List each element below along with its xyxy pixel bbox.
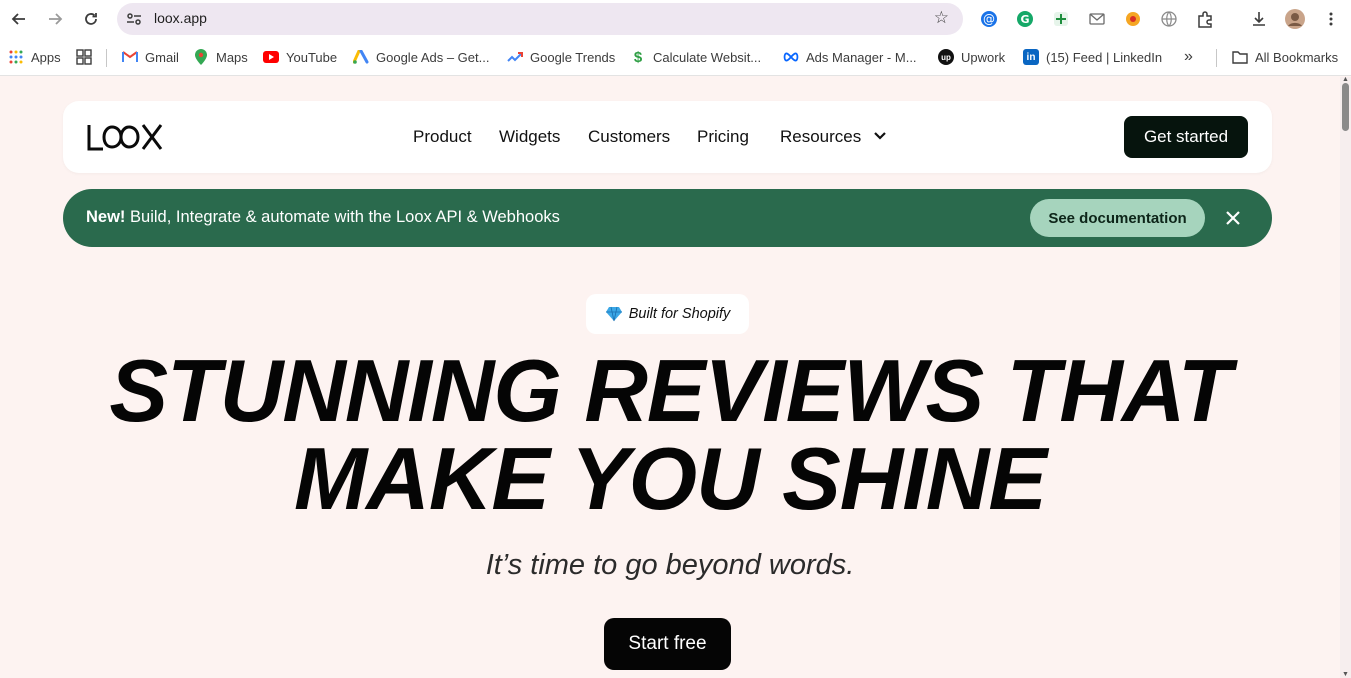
bookmarks-overflow-icon[interactable]: » bbox=[1184, 48, 1193, 66]
hero-subheadline: It’s time to go beyond words. bbox=[485, 549, 855, 581]
apps-grid-icon bbox=[8, 49, 24, 65]
plus-extension-icon[interactable] bbox=[1051, 9, 1071, 29]
bookmark-google-trends[interactable]: Google Trends bbox=[507, 48, 615, 66]
seo-extension-icon[interactable] bbox=[1123, 9, 1143, 29]
bookmark-label: Apps bbox=[31, 49, 61, 65]
page-scrollbar[interactable]: ▲ ▼ bbox=[1340, 76, 1351, 678]
browser-toolbar: loox.app ☆ @ G bbox=[0, 0, 1351, 38]
loox-logo[interactable] bbox=[87, 121, 177, 153]
bookmark-calculate-website[interactable]: $ Calculate Websit... bbox=[630, 48, 761, 66]
bookmark-label: Ads Manager - M... bbox=[806, 49, 917, 65]
shopify-badge: Built for Shopify bbox=[586, 294, 749, 334]
site-settings-icon[interactable] bbox=[125, 10, 143, 28]
page-viewport: Product Widgets Customers Pricing Resour… bbox=[0, 77, 1340, 678]
bookmark-upwork[interactable]: up Upwork bbox=[938, 48, 1005, 66]
bookmark-separator bbox=[1216, 49, 1217, 67]
bookmark-label: Maps bbox=[216, 49, 248, 65]
folder-icon bbox=[1232, 49, 1248, 65]
announcement-banner: New! Build, Integrate & automate with th… bbox=[63, 189, 1272, 247]
scroll-down-icon[interactable]: ▼ bbox=[1341, 671, 1350, 678]
forward-icon[interactable] bbox=[44, 8, 66, 30]
bookmark-label: Google Trends bbox=[530, 49, 616, 65]
gmail-icon bbox=[122, 49, 138, 65]
get-started-button[interactable]: Get started bbox=[1124, 116, 1248, 158]
site-header: Product Widgets Customers Pricing Resour… bbox=[63, 101, 1272, 173]
bookmark-label: (15) Feed | LinkedIn bbox=[1046, 49, 1163, 65]
maps-pin-icon bbox=[193, 49, 209, 65]
nav-resources-label: Resources bbox=[780, 127, 862, 146]
bookmark-label: Gmail bbox=[145, 49, 179, 65]
hero-headline-line1: STUNNING REVIEWS THAT bbox=[109, 341, 1231, 440]
extensions-puzzle-icon[interactable] bbox=[1195, 9, 1215, 29]
banner-text: New! Build, Integrate & automate with th… bbox=[86, 208, 560, 227]
bookmark-separator bbox=[106, 49, 107, 67]
tab-groups-icon[interactable] bbox=[76, 48, 92, 66]
bookmark-linkedin[interactable]: in (15) Feed | LinkedIn bbox=[1023, 48, 1162, 66]
nav-customers[interactable]: Customers bbox=[588, 127, 670, 147]
back-icon[interactable] bbox=[8, 8, 30, 30]
meta-icon bbox=[783, 49, 799, 65]
bookmark-label: Google Ads – Get... bbox=[376, 49, 490, 65]
bookmark-star-icon[interactable]: ☆ bbox=[934, 8, 949, 28]
profile-avatar-icon[interactable] bbox=[1285, 9, 1305, 29]
google-ads-icon bbox=[353, 49, 369, 65]
diamond-icon bbox=[605, 306, 622, 322]
chevron-down-icon bbox=[874, 129, 886, 143]
linkedin-icon: in bbox=[1023, 49, 1039, 65]
close-icon[interactable] bbox=[1221, 206, 1245, 230]
youtube-icon bbox=[263, 49, 279, 65]
scroll-thumb[interactable] bbox=[1342, 83, 1349, 131]
svg-text:@: @ bbox=[983, 12, 995, 26]
browser-menu-icon[interactable] bbox=[1321, 9, 1341, 29]
bookmark-youtube[interactable]: YouTube bbox=[263, 48, 337, 66]
mail-extension-icon[interactable] bbox=[1087, 9, 1107, 29]
dollar-icon: $ bbox=[633, 48, 643, 66]
bookmark-label: Calculate Websit... bbox=[653, 49, 762, 65]
upwork-icon: up bbox=[938, 49, 954, 65]
bookmark-label: YouTube bbox=[286, 49, 338, 65]
nav-pricing[interactable]: Pricing bbox=[697, 127, 749, 147]
trends-icon bbox=[507, 49, 523, 65]
bookmark-ads-manager[interactable]: Ads Manager - M... bbox=[783, 48, 917, 66]
download-icon[interactable] bbox=[1249, 9, 1269, 29]
banner-message: Build, Integrate & automate with the Loo… bbox=[125, 208, 560, 226]
at-extension-icon[interactable]: @ bbox=[979, 9, 999, 29]
nav-widgets[interactable]: Widgets bbox=[499, 127, 560, 147]
url-text[interactable]: loox.app bbox=[154, 10, 207, 26]
badge-label: Built for Shopify bbox=[628, 306, 731, 322]
reload-icon[interactable] bbox=[80, 8, 102, 30]
bookmark-maps[interactable]: Maps bbox=[193, 48, 248, 66]
bookmarks-bar: Apps Gmail Maps YouTube Google Ads – Get… bbox=[0, 38, 1351, 76]
nav-resources[interactable]: Resources bbox=[780, 127, 886, 147]
hero-headline: STUNNING REVIEWS THAT MAKE YOU SHINE bbox=[0, 347, 1340, 523]
bookmark-all-bookmarks[interactable]: All Bookmarks bbox=[1232, 48, 1338, 66]
bookmark-apps[interactable]: Apps bbox=[8, 48, 61, 66]
address-bar[interactable]: loox.app ☆ bbox=[117, 3, 963, 35]
globe-extension-icon[interactable] bbox=[1159, 9, 1179, 29]
nav-product[interactable]: Product bbox=[413, 127, 472, 147]
banner-new-label: New! bbox=[86, 208, 126, 226]
bookmark-google-ads[interactable]: Google Ads – Get... bbox=[353, 48, 489, 66]
svg-text:G: G bbox=[1020, 13, 1029, 26]
bookmark-label: Upwork bbox=[961, 49, 1006, 65]
start-free-button[interactable]: Start free bbox=[604, 618, 731, 670]
bookmark-label: All Bookmarks bbox=[1255, 49, 1339, 65]
grammarly-icon[interactable]: G bbox=[1015, 9, 1035, 29]
see-documentation-button[interactable]: See documentation bbox=[1030, 199, 1205, 237]
hero-headline-line2: MAKE YOU SHINE bbox=[293, 429, 1047, 528]
bookmark-gmail[interactable]: Gmail bbox=[122, 48, 179, 66]
